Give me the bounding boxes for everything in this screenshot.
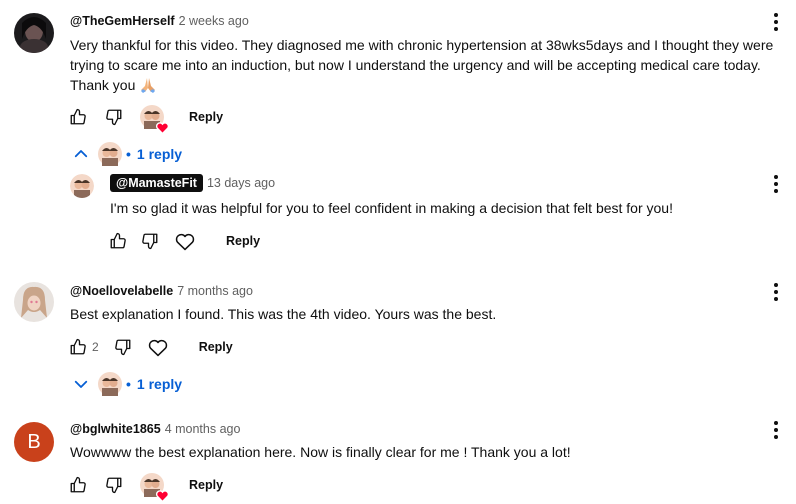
- heart-icon[interactable]: [147, 337, 169, 357]
- comment-text-line: Very thankful for this video. They diagn…: [70, 37, 774, 53]
- avatar[interactable]: [14, 13, 54, 53]
- action-menu-button[interactable]: [766, 418, 786, 442]
- separator-dot: •: [126, 146, 131, 162]
- replies-count-label[interactable]: 1 reply: [137, 376, 182, 392]
- action-menu-button[interactable]: [766, 10, 786, 34]
- timestamp[interactable]: 13 days ago: [207, 176, 275, 190]
- action-menu-button[interactable]: [766, 172, 786, 196]
- channel-owner-badge[interactable]: @MamasteFit: [110, 174, 203, 192]
- author-name[interactable]: @Noellovelabelle: [70, 284, 173, 298]
- dislike-icon[interactable]: [104, 107, 124, 127]
- chevron-up-icon: [74, 150, 88, 158]
- avatar[interactable]: B: [14, 422, 54, 462]
- like-icon[interactable]: [68, 107, 88, 127]
- channel-avatar-icon: [98, 142, 122, 166]
- creator-heart-badge: [140, 473, 169, 502]
- like-count: 2: [92, 340, 99, 354]
- like-icon[interactable]: [68, 337, 88, 357]
- comment-text-line-with-emoji: Thank you: [70, 75, 780, 98]
- comment-text-line: trying to scare me into an induction, bu…: [70, 57, 761, 73]
- reply-toolbar: Reply: [108, 227, 260, 255]
- folded-hands-emoji: [139, 77, 157, 98]
- chevron-down-icon: [74, 380, 88, 388]
- reply-button[interactable]: Reply: [189, 478, 223, 492]
- creator-heart-badge: [140, 105, 169, 134]
- comment-thegemherself: @TheGemHerself 2 weeks ago Very thankful …: [0, 0, 796, 270]
- avatar[interactable]: [70, 174, 94, 198]
- like-icon[interactable]: [68, 475, 88, 495]
- author-name[interactable]: @bglwhite1865: [70, 422, 161, 436]
- dislike-icon[interactable]: [113, 337, 133, 357]
- channel-avatar-icon: [70, 174, 94, 198]
- avatar-photo: [14, 13, 54, 53]
- reply-button[interactable]: Reply: [199, 340, 233, 354]
- heart-icon: [156, 490, 169, 502]
- comment-header: @Noellovelabelle 7 months ago: [70, 284, 253, 298]
- comment-header: @bglwhite1865 4 months ago: [70, 422, 240, 436]
- reply-button[interactable]: Reply: [189, 110, 223, 124]
- comment-toolbar: 2 Reply: [68, 333, 233, 361]
- timestamp[interactable]: 7 months ago: [177, 284, 253, 298]
- author-name[interactable]: @TheGemHerself: [70, 14, 175, 28]
- timestamp[interactable]: 4 months ago: [165, 422, 241, 436]
- comment-text: Very thankful for this video. They diagn…: [70, 35, 780, 98]
- like-icon[interactable]: [108, 231, 128, 251]
- comment-noellovelabelle: @Noellovelabelle 7 months ago Best explan…: [0, 270, 796, 400]
- heart-icon[interactable]: [174, 231, 196, 251]
- hide-replies-button[interactable]: • 1 reply: [72, 142, 182, 166]
- avatar-photo: [14, 282, 54, 322]
- channel-avatar-icon: [98, 372, 122, 396]
- comment-text-line: Thank you: [70, 77, 136, 93]
- comment-bglwhite1865: B @bglwhite1865 4 months ago Wowwww the b…: [0, 408, 796, 504]
- heart-icon: [156, 122, 169, 134]
- dislike-icon[interactable]: [104, 475, 124, 495]
- reply-button[interactable]: Reply: [226, 234, 260, 248]
- comment-text: Best explanation I found. This was the 4…: [70, 306, 497, 322]
- timestamp[interactable]: 2 weeks ago: [179, 14, 249, 28]
- view-replies-button[interactable]: • 1 reply: [72, 372, 182, 396]
- dislike-icon[interactable]: [140, 231, 160, 251]
- comment-toolbar: Reply: [68, 471, 223, 502]
- comment-header: @TheGemHerself 2 weeks ago: [70, 14, 249, 28]
- comment-text: Wowwww the best explanation here. Now is…: [70, 444, 571, 460]
- reply-header: @MamasteFit 13 days ago: [110, 174, 275, 192]
- action-menu-button[interactable]: [766, 280, 786, 304]
- separator-dot: •: [126, 376, 131, 392]
- reply-text: I'm so glad it was helpful for you to fe…: [110, 200, 673, 216]
- comment-toolbar: Reply: [68, 103, 223, 134]
- avatar-letter: B: [27, 430, 41, 453]
- avatar[interactable]: [14, 282, 54, 322]
- replies-count-label[interactable]: 1 reply: [137, 146, 182, 162]
